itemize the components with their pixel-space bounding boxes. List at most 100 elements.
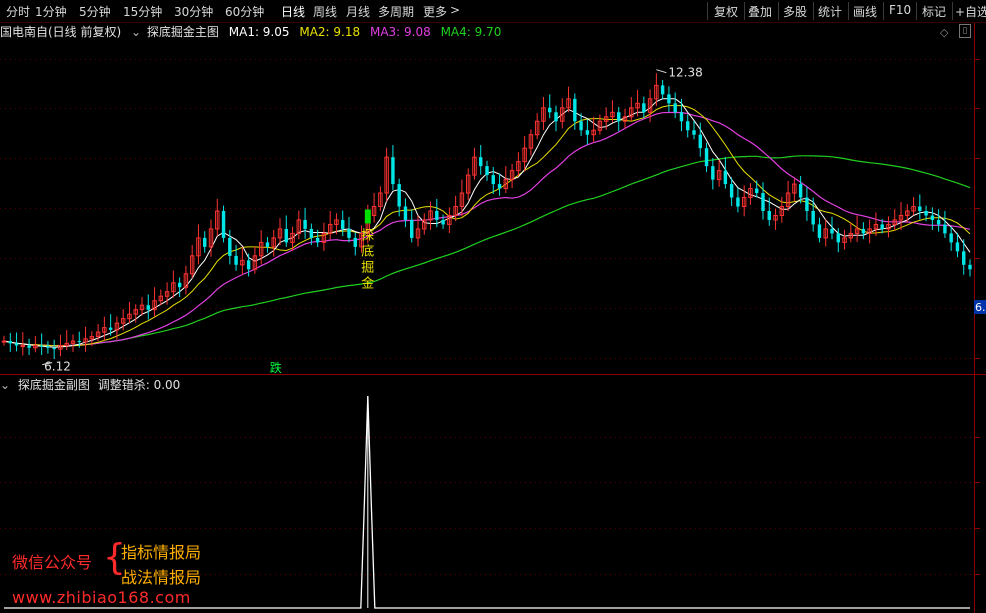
candle-body-down (723, 170, 728, 185)
candle-body-down (704, 148, 709, 167)
tab-period[interactable]: 60分钟 (225, 3, 264, 20)
candles (1, 73, 972, 360)
candle-body-down (8, 341, 12, 344)
candle-body-down (755, 188, 759, 194)
watermark-url: www.zhibiao168.com (12, 588, 191, 607)
top-toolbar: 分时 1分钟 5分钟 15分钟 30分钟 60分钟 日线 周线 月线 多周期 更… (0, 0, 986, 23)
watermark-line1: 指标情报局 (121, 543, 202, 562)
tab-period[interactable]: 30分钟 (174, 3, 213, 20)
candle-body-down (660, 85, 665, 95)
button-duogu[interactable]: 多股 (783, 3, 807, 20)
candle-body-down (573, 98, 577, 122)
candle-body-down (441, 219, 445, 225)
sub-indicator-name[interactable]: 探底掘金副图 (18, 378, 90, 392)
candle-body-down (579, 121, 583, 131)
signal-char: 探 (361, 228, 374, 243)
candle-body-down (949, 233, 953, 243)
tab-period[interactable]: 5分钟 (79, 3, 111, 20)
ma1-curve (3, 98, 971, 348)
event-label: 跌 (270, 360, 282, 375)
candle-body-up (1, 340, 7, 343)
candle-body-down (46, 346, 50, 348)
candle-body-down (936, 219, 941, 225)
watermark-wechat: 微信公众号 (12, 553, 93, 572)
candle-body-down (435, 210, 439, 220)
candle-body-down (221, 210, 226, 238)
candle-body-down (673, 103, 677, 113)
chart-canvas: 12.38 6.12 探底掘金跌 6. (0, 23, 986, 613)
candle-body-down (805, 197, 809, 211)
candle-body-down (667, 94, 671, 104)
tab-period[interactable]: 更多 (423, 3, 447, 20)
candle-body-down (27, 345, 31, 348)
button-f10[interactable]: F10 (889, 3, 911, 17)
ma2-curve (3, 105, 971, 347)
candle-body-down (265, 242, 270, 247)
tab-period[interactable]: 分时 (6, 3, 30, 20)
main-indicator-name[interactable]: 探底掘金主图 (147, 25, 219, 39)
button-fuquan[interactable]: 复权 (714, 3, 738, 20)
candle-body-down (554, 112, 558, 122)
button-zixuan[interactable]: +自选 (955, 3, 986, 20)
candle-body-down (811, 210, 815, 225)
candle-body-down (686, 121, 690, 131)
candle-body-down (353, 237, 357, 247)
main-panel-header: 国电南自(日线 前复权) ⌄ 探底掘金主图 MA1: 9.05 MA2: 9.1… (0, 23, 960, 41)
button-diejia[interactable]: 叠加 (748, 3, 772, 20)
candle-body-down (836, 233, 840, 243)
candle-body-down (485, 166, 489, 176)
candle-body-down (711, 166, 715, 180)
candle-body-down (861, 228, 866, 234)
candle-body-down (234, 255, 238, 265)
grid (0, 59, 980, 575)
candle-body-down (955, 242, 960, 252)
chevron-down-icon[interactable]: ⌄ (0, 378, 10, 392)
candle-body-down (830, 228, 834, 234)
candle-body-down (491, 175, 495, 185)
ma4-line (3, 155, 971, 347)
candle-body-down (962, 251, 966, 265)
button-huaxian[interactable]: 画线 (853, 3, 877, 20)
candle-body-down (177, 282, 182, 288)
chevron-down-icon[interactable]: ⌄ (131, 25, 141, 39)
ma3-value: MA3: 9.08 (369, 25, 431, 39)
candle-body-down (246, 260, 251, 270)
chevron-right-icon[interactable]: > (450, 3, 460, 17)
button-biaoji[interactable]: 标记 (922, 3, 946, 20)
scroll-box-icon[interactable]: ▯ (959, 24, 971, 38)
candle-body-down (303, 219, 307, 229)
high-price-label: 12.38 (668, 66, 702, 80)
tab-period[interactable]: 15分钟 (123, 3, 162, 20)
signal-candle (364, 209, 371, 224)
stock-title: 国电南自(日线 前复权) (0, 25, 122, 39)
watermark-line2: 战法情报局 (121, 568, 202, 587)
signal-char: 金 (361, 275, 374, 291)
candle-body-down (228, 237, 232, 256)
candle-body-down (761, 193, 765, 211)
tab-period[interactable]: 周线 (313, 3, 337, 20)
candle-body-down (203, 237, 207, 247)
candle-body-down (918, 206, 922, 211)
candle-body-down (880, 224, 884, 229)
ma2-value: MA2: 9.18 (299, 25, 361, 39)
candle-body-down (679, 112, 684, 122)
ma1-value: MA1: 9.05 (228, 25, 290, 39)
tab-period[interactable]: 月线 (346, 3, 370, 20)
tab-period[interactable]: 多周期 (378, 3, 414, 20)
candle-body-down (315, 237, 320, 243)
candle-body-down (77, 341, 81, 343)
candle-body-down (146, 305, 150, 310)
candle-body-down (284, 228, 288, 243)
candle-body-down (968, 264, 972, 270)
candle-body-down (930, 215, 935, 220)
candle-body-down (108, 327, 113, 330)
tab-period-active[interactable]: 日线 (281, 3, 305, 20)
candle-body-down (410, 219, 414, 238)
tab-period[interactable]: 1分钟 (35, 3, 67, 20)
candle-body-down (642, 103, 646, 113)
button-tongji[interactable]: 统计 (818, 3, 842, 20)
diamond-icon[interactable]: ◇ (940, 26, 948, 39)
candle-body-down (767, 210, 771, 220)
ma4-value: MA4: 9.70 (440, 25, 502, 39)
candle-body-down (736, 197, 740, 207)
